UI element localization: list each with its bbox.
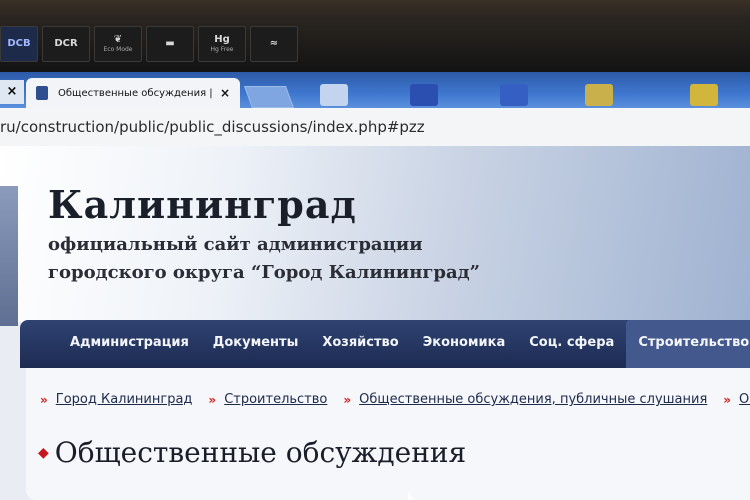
sticker-label: Eco Mode [103, 46, 133, 53]
nav-item-construction[interactable]: Строительство [626, 320, 750, 368]
page-heading: Общественные обсуждения [54, 436, 467, 469]
badge-icon: ▬ [165, 38, 175, 49]
desktop-icon [690, 84, 718, 106]
nav-item-social[interactable]: Соц. сфера [517, 320, 626, 368]
site-favicon-icon [36, 86, 48, 100]
desktop-icon [500, 84, 528, 106]
eco-mode-sticker: ❦ Eco Mode [94, 26, 142, 62]
energy-sticker: ≈ [250, 26, 298, 62]
site-page: Калининград официальный сайт администрац… [0, 146, 750, 500]
site-subtitle: официальный сайт администрации [48, 234, 423, 255]
dcr-sticker: DCR [42, 26, 90, 62]
breadcrumb-separator: » [40, 392, 48, 407]
nav-item-documents[interactable]: Документы [201, 320, 311, 368]
desktop-icon [410, 84, 438, 106]
leaf-icon: ❦ [113, 34, 123, 45]
breadcrumb-separator: » [343, 392, 352, 407]
tab-close-button[interactable]: × [220, 86, 230, 100]
breadcrumb-link[interactable]: Общ [739, 392, 750, 407]
badge-sticker: ▬ [146, 26, 194, 62]
tab-title: Общественные обсуждения | О [58, 87, 214, 99]
sticker-label: DCR [54, 38, 78, 49]
sticker-label: DCB [7, 38, 31, 49]
dcb-sticker: DCB [0, 26, 38, 62]
site-subtitle: городского округа “Город Калининград” [48, 262, 481, 283]
tab-close-button[interactable]: × [0, 80, 24, 104]
bezel-stickers: DCB DCR ❦ Eco Mode ▬ Hg Hg Free ≈ [0, 26, 298, 64]
nav-item-economy-household[interactable]: Хозяйство [310, 320, 410, 368]
page-title: ◆ Общественные обсуждения [38, 436, 466, 469]
address-bar[interactable]: ru/construction/public/public_discussion… [0, 108, 750, 147]
tower-image [0, 186, 18, 326]
hg-free-sticker: Hg Hg Free [198, 26, 246, 62]
breadcrumb-link[interactable]: Город Калининград [56, 392, 193, 407]
breadcrumb-separator: » [208, 392, 217, 407]
mouse-cursor-icon [408, 492, 414, 500]
nav-item-administration[interactable]: Администрация [20, 320, 201, 368]
site-title[interactable]: Калининград [48, 182, 357, 227]
desktop-icon [585, 84, 613, 106]
site-header: Калининград официальный сайт администрац… [0, 146, 750, 326]
browser-tab-active[interactable]: Общественные обсуждения | О × [26, 78, 240, 108]
browser-tab-bar: × Общественные обсуждения | О × [0, 72, 750, 108]
breadcrumb-link[interactable]: Строительство [224, 392, 327, 407]
breadcrumb: » Город Калининград » Строительство » Об… [40, 392, 750, 407]
breadcrumb-link[interactable]: Общественные обсуждения, публичные слуша… [359, 392, 707, 407]
main-nav: Администрация Документы Хозяйство Эконом… [20, 320, 750, 368]
heading-marker-icon: ◆ [38, 444, 49, 461]
sticker-label: Hg [214, 34, 230, 45]
sticker-label: Hg Free [210, 46, 234, 53]
nav-item-economics[interactable]: Экономика [411, 320, 518, 368]
energy-icon: ≈ [269, 38, 279, 49]
new-tab-button[interactable] [243, 86, 295, 108]
content-area: » Город Калининград » Строительство » Об… [26, 368, 750, 500]
breadcrumb-separator: » [723, 392, 732, 407]
monitor-bezel: DCB DCR ❦ Eco Mode ▬ Hg Hg Free ≈ [0, 0, 750, 72]
url-text[interactable]: ru/construction/public/public_discussion… [0, 118, 425, 136]
desktop-icon [320, 84, 348, 106]
